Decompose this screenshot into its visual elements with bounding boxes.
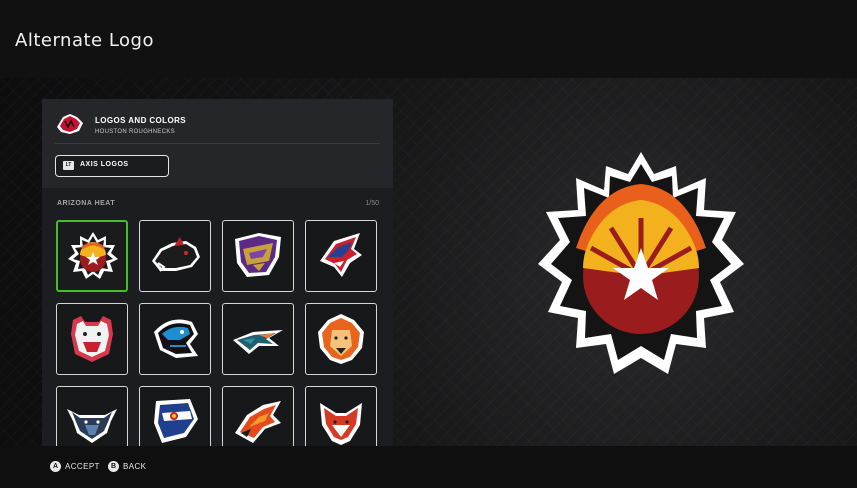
logo-selection-panel: LOGOS AND COLORS HOUSTON ROUGHNECKS LT A… <box>42 99 393 446</box>
fire-basketball-logo-icon <box>68 232 118 279</box>
bull-logo-icon <box>67 409 117 443</box>
phoenix-logo-icon <box>235 401 281 443</box>
accept-button[interactable]: A ACCEPT <box>50 459 100 473</box>
accept-label: ACCEPT <box>65 461 100 471</box>
a-button-icon: A <box>50 460 61 472</box>
logo-counter: 1/50 <box>365 200 379 207</box>
serpent-logo-icon <box>154 319 198 358</box>
flag-shield-logo-icon <box>154 399 198 443</box>
back-label: BACK <box>123 461 147 471</box>
bird-logo-icon <box>233 330 283 354</box>
logo-tile-purple-crest[interactable] <box>222 220 294 292</box>
logo-tile-bull[interactable] <box>56 386 128 446</box>
logo-tile-fire-basketball[interactable] <box>56 220 128 292</box>
roughnecks-team-logo-icon <box>57 114 83 134</box>
logo-tile-fox[interactable] <box>305 386 377 446</box>
logo-tile-shark[interactable] <box>305 220 377 292</box>
logo-tile-phoenix[interactable] <box>222 386 294 446</box>
section-title: ARIZONA HEAT <box>57 200 116 207</box>
selected-logo-preview-icon <box>538 152 744 374</box>
boar-logo-icon <box>152 237 200 272</box>
lt-trigger-icon: LT <box>63 161 74 170</box>
panel-header-title: LOGOS AND COLORS <box>95 116 186 125</box>
back-button[interactable]: B BACK <box>108 459 146 473</box>
logo-tile-lion[interactable] <box>305 303 377 375</box>
panel-header-subtitle: HOUSTON ROUGHNECKS <box>95 129 175 135</box>
lion-logo-icon <box>318 314 364 364</box>
header-divider <box>55 143 380 144</box>
logo-tile-bear[interactable] <box>56 303 128 375</box>
logo-tile-boar[interactable] <box>139 220 211 292</box>
panel-header: LOGOS AND COLORS HOUSTON ROUGHNECKS LT A… <box>42 99 393 188</box>
fox-logo-icon <box>320 403 362 445</box>
logo-tile-bird[interactable] <box>222 303 294 375</box>
logo-tile-serpent[interactable] <box>139 303 211 375</box>
axis-logos-button[interactable]: LT AXIS LOGOS <box>55 155 169 177</box>
b-button-icon: B <box>108 460 119 472</box>
page-title: Alternate Logo <box>15 30 154 51</box>
logo-tile-flag[interactable] <box>139 386 211 446</box>
top-bar: Alternate Logo <box>0 0 857 78</box>
purple-crest-logo-icon <box>235 233 281 277</box>
bear-logo-icon <box>71 316 113 362</box>
footer-bar: A ACCEPT B BACK <box>0 446 857 488</box>
axis-logos-label: AXIS LOGOS <box>80 161 129 168</box>
shark-logo-icon <box>320 233 362 277</box>
